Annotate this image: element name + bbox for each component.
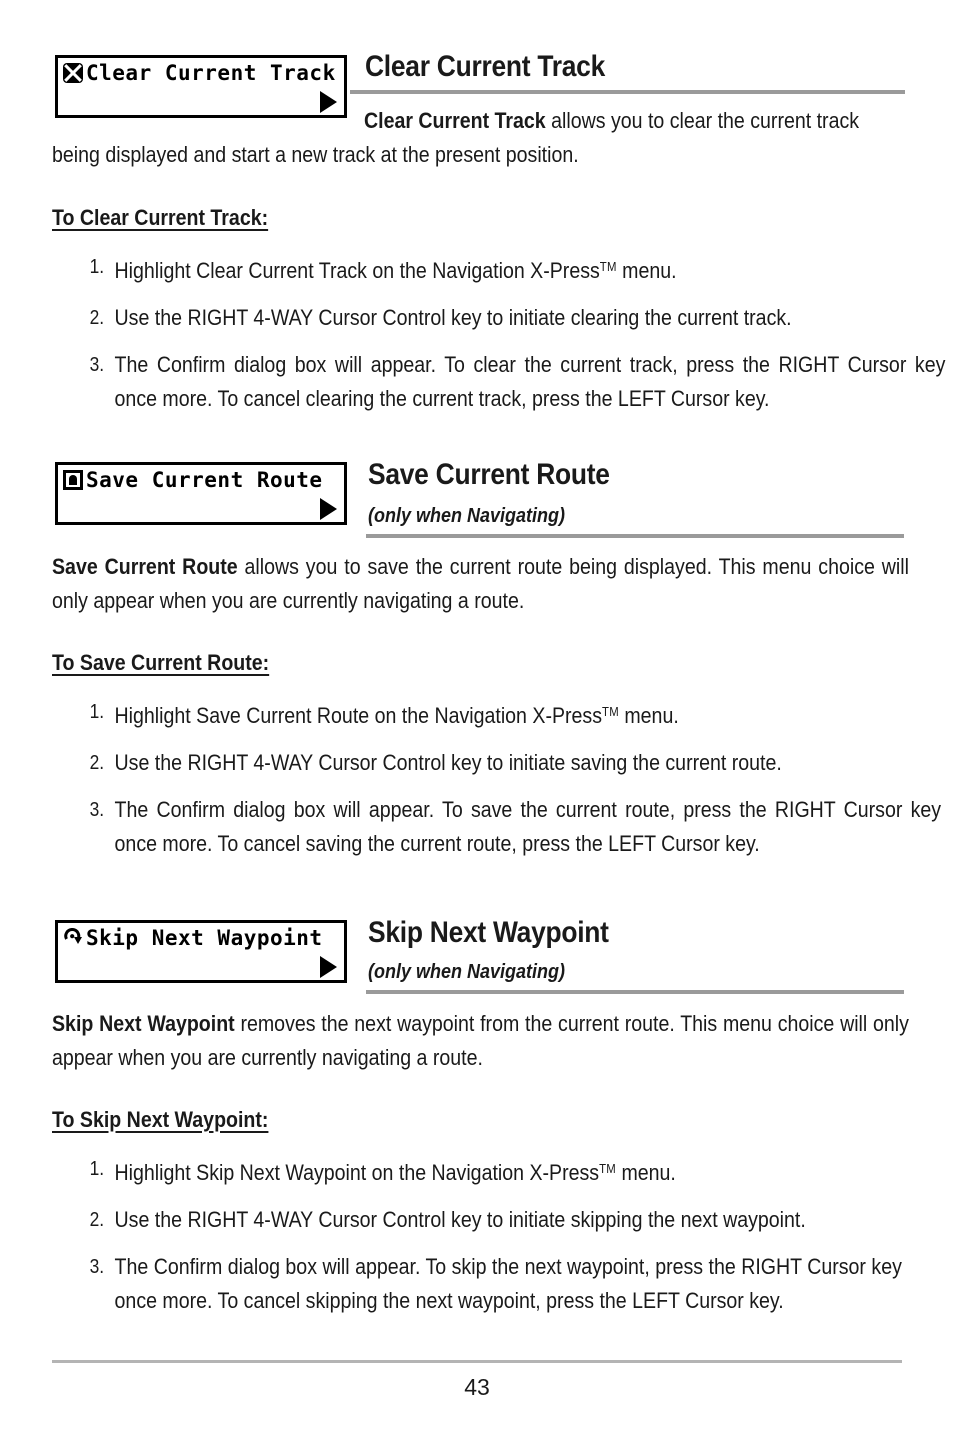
lcd-arrow-row (58, 88, 344, 115)
body-paragraph-save-current-route: Save Current Route allows you to save th… (52, 550, 909, 618)
trademark-mark: TM (599, 259, 617, 274)
list-text: Use the RIGHT 4-WAY Cursor Control key t… (114, 304, 792, 330)
lcd-menu-label: Save Current Route (86, 467, 323, 492)
lcd-menu-row: Skip Next Waypoint (58, 923, 344, 953)
list-item: 2. Use the RIGHT 4-WAY Cursor Control ke… (78, 1203, 913, 1237)
section-heading-skip-next-waypoint: Skip Next Waypoint (368, 916, 609, 949)
list-number: 2. (89, 751, 105, 774)
list-number: 3. (89, 353, 105, 376)
section-heading-clear-current-track: Clear Current Track (365, 50, 606, 83)
save-disk-icon (63, 470, 83, 490)
section-heading-save-current-route: Save Current Route (368, 458, 610, 491)
subheading-to-clear-current-track: To Clear Current Track: (52, 205, 269, 230)
body-paragraph-skip-next-waypoint: Skip Next Waypoint removes the next wayp… (52, 1007, 909, 1075)
list-item: 2. Use the RIGHT 4-WAY Cursor Control ke… (78, 301, 913, 335)
list-number: 1. (89, 1158, 105, 1180)
list-text: Highlight Skip Next Waypoint on the Navi… (114, 1159, 676, 1185)
manual-page: Clear Current Track Clear Current Track … (0, 0, 954, 1431)
trademark-mark: TM (601, 704, 619, 719)
list-text: The Confirm dialog box will appear. To c… (114, 351, 946, 411)
section-subtitle-skip-next-waypoint: (only when Navigating) (368, 961, 566, 983)
circular-arrow-icon (63, 928, 83, 948)
list-item: 3. The Confirm dialog box will appear. T… (78, 793, 941, 861)
list-number: 1. (89, 256, 105, 278)
lcd-menu-box-save-current-route[interactable]: Save Current Route (55, 462, 347, 525)
section-rule (366, 990, 904, 994)
list-text: Use the RIGHT 4-WAY Cursor Control key t… (114, 1206, 806, 1232)
section-subtitle-save-current-route: (only when Navigating) (368, 505, 566, 527)
subheading-to-skip-next-waypoint: To Skip Next Waypoint: (52, 1107, 269, 1132)
list-number: 3. (89, 1255, 105, 1278)
lcd-arrow-row (58, 953, 344, 980)
list-number: 2. (89, 306, 105, 329)
list-text: The Confirm dialog box will appear. To s… (114, 1253, 902, 1313)
right-arrow-icon (320, 90, 337, 113)
lcd-menu-box-clear-current-track[interactable]: Clear Current Track (55, 55, 347, 118)
list-text: The Confirm dialog box will appear. To s… (114, 796, 942, 856)
lcd-menu-label: Clear Current Track (86, 60, 336, 85)
trademark-mark: TM (599, 1161, 616, 1176)
x-mark-icon (63, 63, 83, 83)
body-bold-term: Save Current Route (52, 554, 238, 579)
list-item: 3. The Confirm dialog box will appear. T… (78, 348, 946, 416)
list-item: 3. The Confirm dialog box will appear. T… (78, 1250, 902, 1318)
list-number: 1. (89, 701, 105, 723)
lead-bold-term: Clear Current Track (364, 108, 546, 133)
section-rule (350, 90, 905, 94)
body-bold-term: Skip Next Waypoint (52, 1011, 235, 1036)
ordered-list-clear-current-track: 1. Highlight Clear Current Track on the … (78, 250, 946, 429)
lead-rest-text: allows you to clear the current track (545, 108, 860, 133)
page-number: 43 (464, 1374, 490, 1400)
footer-rule (52, 1360, 902, 1363)
right-arrow-icon (320, 497, 337, 520)
lcd-menu-row: Save Current Route (58, 465, 344, 495)
list-number: 2. (89, 1208, 105, 1231)
list-text: Highlight Save Current Route on the Navi… (114, 702, 679, 728)
list-text: Use the RIGHT 4-WAY Cursor Control key t… (114, 749, 782, 775)
subheading-to-save-current-route: To Save Current Route: (52, 650, 270, 675)
lcd-menu-label: Skip Next Waypoint (86, 925, 323, 950)
right-arrow-icon (320, 955, 337, 978)
lcd-menu-box-skip-next-waypoint[interactable]: Skip Next Waypoint (55, 920, 347, 983)
ordered-list-skip-next-waypoint: 1. Highlight Skip Next Waypoint on the N… (78, 1152, 913, 1331)
list-text: Highlight Clear Current Track on the Nav… (114, 257, 677, 283)
lead-paragraph-line1: Clear Current Track allows you to clear … (364, 104, 908, 138)
ordered-list-save-current-route: 1. Highlight Save Current Route on the N… (78, 695, 941, 874)
lcd-menu-row: Clear Current Track (58, 58, 344, 88)
list-item: 1. Highlight Skip Next Waypoint on the N… (78, 1152, 913, 1190)
list-item: 1. Highlight Clear Current Track on the … (78, 250, 913, 288)
lcd-arrow-row (58, 495, 344, 522)
list-item: 1. Highlight Save Current Route on the N… (78, 695, 913, 733)
lead-paragraph-line2: being displayed and start a new track at… (52, 142, 579, 167)
list-number: 3. (89, 798, 105, 821)
list-item: 2. Use the RIGHT 4-WAY Cursor Control ke… (78, 746, 913, 780)
section-rule (366, 534, 904, 538)
